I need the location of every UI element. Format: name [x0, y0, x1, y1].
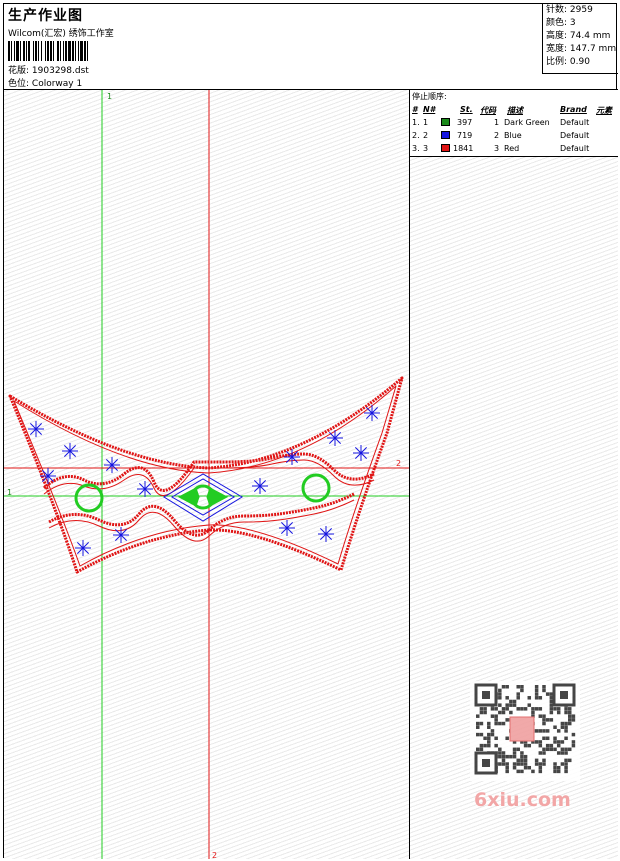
col-n: N# — [423, 105, 436, 114]
stop-sequence-title: 停止顺序: — [412, 92, 447, 101]
star-motif — [137, 481, 153, 497]
star-motif — [28, 421, 44, 437]
star-motif — [327, 430, 343, 446]
colorway-line: 色位: Colorway 1 — [8, 76, 82, 89]
company-name: Wilcom(汇宏) 绣饰工作室 — [8, 29, 114, 39]
guide-label-h2: 2 — [396, 459, 401, 468]
color-swatch — [441, 144, 450, 152]
col-hash: # — [412, 105, 418, 114]
stat-width: 宽度: 147.7 mm — [546, 44, 617, 54]
col-stitches: St. — [460, 105, 473, 114]
design-file: 1903298.dst — [31, 66, 89, 76]
sheet-header: 生产作业图 Wilcom(汇宏) 绣饰工作室 花版: 1903298.dst 色… — [4, 4, 618, 90]
col-element: 元素 — [596, 106, 612, 115]
star-motif — [104, 457, 120, 473]
star-motif — [113, 527, 129, 543]
blue-diamond — [163, 473, 243, 522]
guide-label-v1: 1 — [107, 92, 112, 101]
guide-label-v2: 2 — [212, 851, 217, 859]
stat-colors: 颜色: 3 — [546, 18, 576, 28]
green-elements — [74, 473, 331, 513]
color-swatch — [441, 118, 450, 126]
barcode — [8, 41, 88, 61]
col-code: 代码 — [480, 106, 496, 115]
stop-sequence-table: 停止顺序: # N# St. 代码 描述 Brand 元素 1. 1 397 1… — [410, 90, 618, 157]
star-motif — [284, 449, 300, 465]
design-preview: 1 1 2 2 — [4, 90, 410, 859]
star-motif — [279, 520, 295, 536]
col-brand: Brand — [560, 105, 587, 114]
sheet-title: 生产作业图 — [8, 8, 83, 24]
red-outline — [8, 376, 404, 574]
star-motif — [62, 443, 78, 459]
stat-scale: 比例: 0.90 — [546, 57, 590, 67]
design-label: 花版: — [8, 66, 30, 76]
star-motif — [75, 540, 91, 556]
stat-stitches: 针数: 2959 — [546, 5, 593, 15]
col-desc: 描述 — [507, 106, 523, 115]
star-motif — [252, 478, 268, 494]
stats-panel: 针数: 2959 颜色: 3 高度: 74.4 mm 宽度: 147.7 mm … — [542, 4, 618, 74]
star-motif — [40, 468, 56, 484]
embroidery-drawing: 1 1 2 2 — [4, 90, 409, 859]
guide-label-h1: 1 — [7, 488, 12, 497]
color-swatch — [441, 131, 450, 139]
stat-height: 高度: 74.4 mm — [546, 31, 611, 41]
colorway-value: Colorway 1 — [31, 79, 83, 89]
star-motif — [353, 445, 369, 461]
design-file-line: 花版: 1903298.dst — [8, 63, 89, 76]
star-motif — [364, 405, 380, 421]
qr-code — [470, 681, 580, 781]
star-motif — [318, 526, 334, 542]
watermark: 6xiu.com — [474, 789, 571, 811]
colorway-label: 色位: — [8, 79, 30, 89]
